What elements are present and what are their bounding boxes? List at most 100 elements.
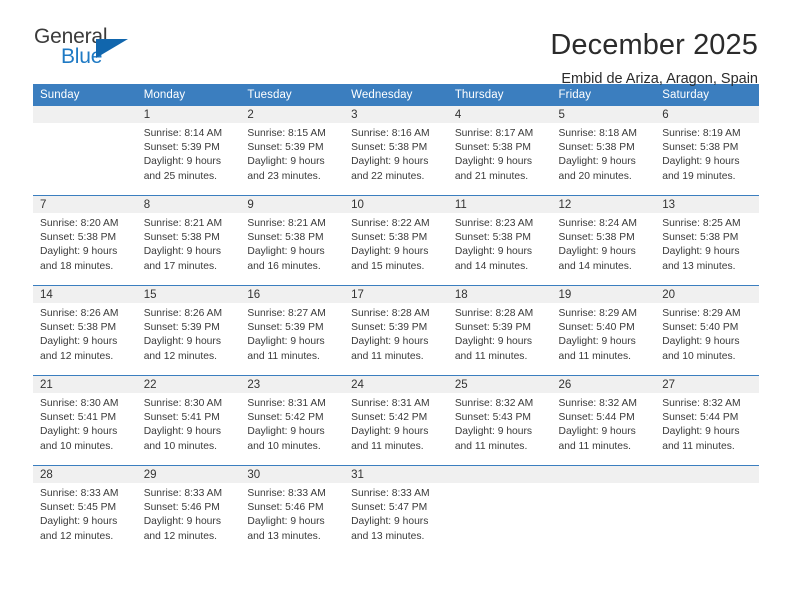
- calendar-day-cell[interactable]: 8 Sunrise: 8:21 AM Sunset: 5:38 PM Daylight…: [136, 195, 241, 286]
- day-details: Sunrise: 8:33 AM Sunset: 5:46 PM Daylight:…: [137, 483, 241, 544]
- daylight-text-line1: Daylight: 9 hours: [558, 156, 636, 168]
- calendar-day-cell[interactable]: 6 Sunrise: 8:19 AM Sunset: 5:38 PM Daylight…: [655, 106, 759, 196]
- general-blue-logo[interactable]: General Blue: [34, 26, 149, 74]
- daylight-text-line2: and 14 minutes.: [454, 260, 529, 272]
- daylight-text-line1: Daylight: 9 hours: [454, 336, 533, 348]
- calendar-day-cell[interactable]: 2 Sunrise: 8:15 AM Sunset: 5:39 PM Daylight…: [240, 106, 345, 196]
- sunrise-text: Sunrise: 8:18 AM: [558, 128, 637, 139]
- sunset-text: Sunset: 5:46 PM: [143, 502, 220, 514]
- calendar-day-cell[interactable]: 20 Sunrise: 8:29 AM Sunset: 5:40 PM Dayligh…: [655, 285, 759, 376]
- day-details: Sunrise: 8:29 AM Sunset: 5:40 PM Daylight:…: [552, 303, 656, 364]
- day-number: 2: [240, 106, 345, 123]
- calendar-day-cell[interactable]: 10 Sunrise: 8:22 AM Sunset: 5:38 PM Dayligh…: [344, 195, 448, 286]
- daylight-text-line2: and 22 minutes.: [351, 170, 425, 182]
- day-details: Sunrise: 8:21 AM Sunset: 5:38 PM Daylight:…: [137, 213, 241, 274]
- calendar-day-cell[interactable]: 29 Sunrise: 8:33 AM Sunset: 5:46 PM Dayligh…: [136, 465, 241, 555]
- sunset-text: Sunset: 5:44 PM: [558, 412, 635, 424]
- sunset-text: Sunset: 5:39 PM: [454, 322, 531, 334]
- calendar-day-cell[interactable]: 11 Sunrise: 8:23 AM Sunset: 5:38 PM Dayligh…: [447, 195, 552, 286]
- sunset-text: Sunset: 5:38 PM: [558, 142, 635, 154]
- day-details: Sunrise: 8:27 AM Sunset: 5:39 PM Daylight:…: [240, 303, 344, 364]
- calendar-day-cell[interactable]: 23 Sunrise: 8:31 AM Sunset: 5:42 PM Dayligh…: [240, 375, 345, 466]
- day-cell-inner: 24 Sunrise: 8:31 AM Sunset: 5:42 PM Dayligh…: [344, 376, 448, 465]
- calendar-day-cell[interactable]: 28 Sunrise: 8:33 AM Sunset: 5:45 PM Dayligh…: [33, 465, 137, 555]
- daylight-text-line1: Daylight: 9 hours: [40, 246, 118, 258]
- calendar-day-cell[interactable]: 27 Sunrise: 8:32 AM Sunset: 5:44 PM Dayligh…: [655, 375, 759, 466]
- day-cell-inner: 15 Sunrise: 8:26 AM Sunset: 5:39 PM Dayligh…: [136, 286, 241, 375]
- calendar-day-cell[interactable]: 9 Sunrise: 8:21 AM Sunset: 5:38 PM Daylight…: [240, 195, 345, 286]
- calendar-day-cell[interactable]: 25 Sunrise: 8:32 AM Sunset: 5:43 PM Dayligh…: [447, 375, 552, 466]
- daylight-text-line1: Daylight: 9 hours: [143, 516, 221, 528]
- day-number: 23: [240, 376, 345, 393]
- day-details: Sunrise: 8:31 AM Sunset: 5:42 PM Daylight:…: [344, 393, 448, 454]
- calendar-day-cell[interactable]: 30 Sunrise: 8:33 AM Sunset: 5:46 PM Dayligh…: [240, 465, 345, 555]
- day-number: 25: [447, 376, 552, 393]
- calendar-day-cell[interactable]: 16 Sunrise: 8:27 AM Sunset: 5:39 PM Dayligh…: [240, 285, 345, 376]
- sunrise-text: Sunrise: 8:28 AM: [454, 308, 534, 319]
- day-number: 22: [136, 376, 241, 393]
- page-subtitle: Embid de Ariza, Aragon, Spain: [561, 71, 758, 87]
- day-cell-inner: 1 Sunrise: 8:14 AM Sunset: 5:39 PM Daylight…: [136, 106, 241, 195]
- sunset-text: Sunset: 5:40 PM: [558, 322, 635, 334]
- sunrise-text: Sunrise: 8:21 AM: [247, 218, 326, 229]
- calendar-day-cell[interactable]: 17 Sunrise: 8:28 AM Sunset: 5:39 PM Dayligh…: [344, 285, 448, 376]
- calendar-day-cell[interactable]: 4 Sunrise: 8:17 AM Sunset: 5:38 PM Daylight…: [447, 106, 552, 196]
- day-cell-inner: 31 Sunrise: 8:33 AM Sunset: 5:47 PM Dayligh…: [344, 466, 448, 555]
- day-details: Sunrise: 8:26 AM Sunset: 5:39 PM Daylight:…: [137, 303, 241, 364]
- sunset-text: Sunset: 5:39 PM: [247, 322, 324, 334]
- daylight-text-line2: and 12 minutes.: [40, 530, 114, 542]
- blue-flag-icon: [96, 39, 128, 58]
- calendar-day-cell[interactable]: 14 Sunrise: 8:26 AM Sunset: 5:38 PM Dayligh…: [33, 285, 137, 376]
- calendar-week-row: 7 Sunrise: 8:20 AM Sunset: 5:38 PM Daylight…: [33, 195, 759, 286]
- sunrise-text: Sunrise: 8:31 AM: [247, 398, 326, 409]
- sunset-text: Sunset: 5:45 PM: [40, 502, 117, 514]
- sunrise-text: Sunrise: 8:20 AM: [40, 218, 119, 229]
- sunset-text: Sunset: 5:38 PM: [454, 232, 531, 244]
- daylight-text-line1: Daylight: 9 hours: [143, 156, 221, 168]
- calendar-day-cell[interactable]: 7 Sunrise: 8:20 AM Sunset: 5:38 PM Daylight…: [33, 195, 137, 286]
- daylight-text-line1: Daylight: 9 hours: [454, 426, 533, 438]
- day-cell-inner: 21 Sunrise: 8:30 AM Sunset: 5:41 PM Dayligh…: [33, 376, 137, 465]
- sunset-text: Sunset: 5:42 PM: [247, 412, 324, 424]
- calendar-day-cell[interactable]: 19 Sunrise: 8:29 AM Sunset: 5:40 PM Dayligh…: [551, 285, 656, 376]
- daylight-text-line2: and 21 minutes.: [454, 170, 529, 182]
- calendar-page: General Blue December 2025 Embid de Ariz…: [0, 0, 792, 612]
- sunrise-text: Sunrise: 8:32 AM: [454, 398, 534, 409]
- sunrise-text: Sunrise: 8:33 AM: [247, 488, 326, 499]
- daylight-text-line2: and 11 minutes.: [454, 440, 528, 452]
- day-cell-inner: 23 Sunrise: 8:31 AM Sunset: 5:42 PM Dayligh…: [240, 376, 345, 465]
- day-cell-inner: 2 Sunrise: 8:15 AM Sunset: 5:39 PM Daylight…: [240, 106, 345, 195]
- sunset-text: Sunset: 5:39 PM: [143, 142, 220, 154]
- calendar-day-cell[interactable]: 12 Sunrise: 8:24 AM Sunset: 5:38 PM Dayligh…: [551, 195, 656, 286]
- day-number: 1: [136, 106, 241, 123]
- day-number: 19: [551, 286, 656, 303]
- day-number: 4: [447, 106, 552, 123]
- daylight-text-line2: and 12 minutes.: [40, 350, 114, 362]
- sunrise-text: Sunrise: 8:23 AM: [454, 218, 534, 229]
- daylight-text-line2: and 16 minutes.: [247, 260, 321, 272]
- day-details: Sunrise: 8:33 AM Sunset: 5:45 PM Daylight:…: [33, 483, 137, 544]
- day-number: 18: [447, 286, 552, 303]
- day-number: [447, 466, 552, 483]
- calendar-day-cell-empty: [655, 465, 759, 555]
- calendar-day-cell[interactable]: 15 Sunrise: 8:26 AM Sunset: 5:39 PM Dayligh…: [136, 285, 241, 376]
- calendar-day-cell[interactable]: 31 Sunrise: 8:33 AM Sunset: 5:47 PM Dayligh…: [344, 465, 448, 555]
- calendar-day-cell[interactable]: 3 Sunrise: 8:16 AM Sunset: 5:38 PM Daylight…: [344, 106, 448, 196]
- day-cell-inner: 6 Sunrise: 8:19 AM Sunset: 5:38 PM Daylight…: [655, 106, 759, 195]
- calendar-day-cell[interactable]: 18 Sunrise: 8:28 AM Sunset: 5:39 PM Dayligh…: [447, 285, 552, 376]
- daylight-text-line1: Daylight: 9 hours: [662, 246, 740, 258]
- daylight-text-line1: Daylight: 9 hours: [558, 426, 636, 438]
- daylight-text-line1: Daylight: 9 hours: [143, 426, 221, 438]
- calendar-day-cell[interactable]: 26 Sunrise: 8:32 AM Sunset: 5:44 PM Dayligh…: [551, 375, 656, 466]
- sunset-text: Sunset: 5:40 PM: [662, 322, 739, 334]
- daylight-text-line1: Daylight: 9 hours: [40, 336, 118, 348]
- calendar-day-cell[interactable]: 1 Sunrise: 8:14 AM Sunset: 5:39 PM Daylight…: [136, 106, 241, 196]
- daylight-text-line1: Daylight: 9 hours: [247, 336, 325, 348]
- sunrise-text: Sunrise: 8:32 AM: [662, 398, 741, 409]
- calendar-day-cell[interactable]: 13 Sunrise: 8:25 AM Sunset: 5:38 PM Dayligh…: [655, 195, 759, 286]
- calendar-day-cell[interactable]: 22 Sunrise: 8:30 AM Sunset: 5:41 PM Dayligh…: [136, 375, 241, 466]
- calendar-day-cell[interactable]: 21 Sunrise: 8:30 AM Sunset: 5:41 PM Dayligh…: [33, 375, 137, 466]
- calendar-day-cell[interactable]: 5 Sunrise: 8:18 AM Sunset: 5:38 PM Daylight…: [551, 106, 656, 196]
- day-details: Sunrise: 8:15 AM Sunset: 5:39 PM Daylight:…: [240, 123, 344, 184]
- calendar-day-cell[interactable]: 24 Sunrise: 8:31 AM Sunset: 5:42 PM Dayligh…: [344, 375, 448, 466]
